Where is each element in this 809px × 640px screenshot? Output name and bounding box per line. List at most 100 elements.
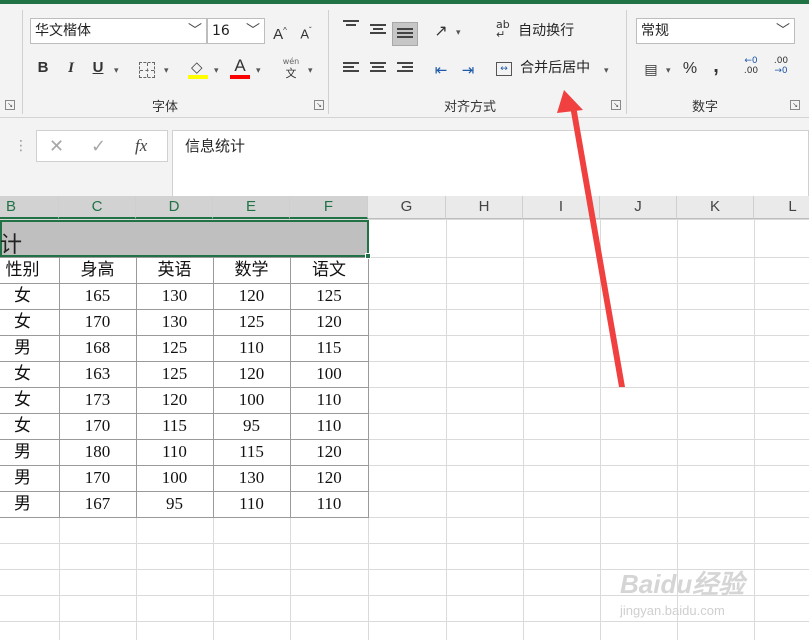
fill-handle[interactable]: [365, 253, 371, 259]
accounting-format-icon[interactable]: ▤: [640, 58, 662, 82]
table-cell[interactable]: 120: [290, 309, 368, 335]
table-cell[interactable]: 115: [136, 413, 213, 439]
merged-title-cell[interactable]: 计: [0, 220, 369, 258]
column-header-j[interactable]: J: [600, 196, 677, 219]
decrease-decimal-button[interactable]: .00 →0: [768, 56, 794, 80]
grow-font-button[interactable]: A^: [270, 19, 290, 43]
table-cell[interactable]: 130: [136, 309, 213, 335]
shrink-font-button[interactable]: Aˇ: [296, 19, 316, 43]
align-bottom-button[interactable]: [392, 22, 418, 46]
table-cell[interactable]: 125: [213, 309, 290, 335]
borders-icon[interactable]: [139, 62, 155, 78]
table-cell[interactable]: 130: [213, 465, 290, 491]
table-cell[interactable]: 168: [59, 335, 136, 361]
merge-center-button[interactable]: ↔ 合并后居中: [496, 56, 590, 80]
table-cell[interactable]: 120: [213, 361, 290, 387]
column-header-g[interactable]: G: [368, 196, 446, 219]
table-cell[interactable]: 130: [136, 283, 213, 309]
align-right-icon[interactable]: [397, 62, 413, 76]
table-cell[interactable]: 110: [290, 413, 368, 439]
align-left-icon[interactable]: [343, 62, 359, 76]
table-cell[interactable]: 110: [290, 387, 368, 413]
caret-down-icon[interactable]: ▾: [214, 66, 219, 76]
font-launcher-icon[interactable]: ↘: [314, 100, 324, 110]
table-header-cell[interactable]: 英语: [136, 257, 213, 283]
insert-function-icon[interactable]: fx: [135, 136, 147, 156]
caret-down-icon[interactable]: ▾: [666, 66, 671, 76]
table-cell[interactable]: 120: [290, 465, 368, 491]
table-cell[interactable]: 95: [213, 413, 290, 439]
number-format-combo[interactable]: 常规 ﹀: [636, 18, 795, 44]
cancel-icon[interactable]: ✕: [49, 136, 64, 157]
table-header-cell[interactable]: 数学: [213, 257, 290, 283]
wrap-text-button[interactable]: ab ↵ 自动换行: [496, 19, 574, 44]
caret-down-icon[interactable]: ▾: [164, 66, 169, 76]
column-header-d[interactable]: D: [136, 196, 213, 219]
italic-button[interactable]: I: [62, 56, 80, 80]
percent-button[interactable]: %: [680, 57, 700, 81]
table-cell[interactable]: 120: [136, 387, 213, 413]
table-cell[interactable]: 167: [59, 491, 136, 517]
comma-button[interactable]: ,: [708, 54, 724, 78]
column-header-h[interactable]: H: [446, 196, 523, 219]
orientation-icon[interactable]: ↗: [430, 19, 452, 43]
table-cell[interactable]: 125: [290, 283, 368, 309]
increase-decimal-button[interactable]: ←0.00: [738, 56, 764, 80]
column-header-e[interactable]: E: [213, 196, 290, 219]
caret-down-icon[interactable]: ▾: [456, 28, 461, 38]
table-cell[interactable]: 115: [290, 335, 368, 361]
column-header-b[interactable]: B: [0, 196, 59, 219]
table-cell[interactable]: 125: [136, 361, 213, 387]
table-cell[interactable]: 女: [0, 413, 59, 439]
caret-down-icon[interactable]: ▾: [256, 66, 261, 76]
table-cell[interactable]: 95: [136, 491, 213, 517]
increase-indent-icon[interactable]: ⇥: [457, 58, 479, 82]
caret-down-icon[interactable]: ▾: [604, 66, 609, 76]
table-cell[interactable]: 110: [136, 439, 213, 465]
fill-color-icon[interactable]: ◇: [188, 58, 208, 80]
table-cell[interactable]: 120: [213, 283, 290, 309]
column-header-f[interactable]: F: [290, 196, 368, 219]
table-header-cell[interactable]: 语文: [290, 257, 368, 283]
align-top-icon[interactable]: [343, 20, 359, 34]
align-middle-icon[interactable]: [370, 24, 386, 38]
bold-button[interactable]: B: [34, 56, 52, 80]
table-cell[interactable]: 173: [59, 387, 136, 413]
table-cell[interactable]: 165: [59, 283, 136, 309]
column-header-i[interactable]: I: [523, 196, 600, 219]
font-name-combo[interactable]: 华文楷体 ﹀: [30, 18, 207, 44]
table-cell[interactable]: 男: [0, 491, 59, 517]
decrease-indent-icon[interactable]: ⇤: [430, 58, 452, 82]
enter-check-icon[interactable]: ✓: [91, 136, 106, 157]
underline-button[interactable]: U: [88, 56, 108, 80]
table-cell[interactable]: 100: [290, 361, 368, 387]
phonetic-guide-button[interactable]: wén 文: [280, 56, 302, 80]
table-cell[interactable]: 男: [0, 335, 59, 361]
table-cell[interactable]: 女: [0, 361, 59, 387]
font-color-icon[interactable]: A: [230, 56, 250, 80]
table-header-cell[interactable]: 性别: [0, 257, 59, 283]
table-cell[interactable]: 120: [290, 439, 368, 465]
table-cell[interactable]: 170: [59, 309, 136, 335]
table-cell[interactable]: 女: [0, 309, 59, 335]
column-header-k[interactable]: K: [677, 196, 754, 219]
table-cell[interactable]: 男: [0, 465, 59, 491]
table-cell[interactable]: 女: [0, 387, 59, 413]
formula-input[interactable]: 信息统计: [172, 130, 809, 202]
table-header-cell[interactable]: 身高: [59, 257, 136, 283]
table-cell[interactable]: 110: [290, 491, 368, 517]
table-cell[interactable]: 100: [213, 387, 290, 413]
table-cell[interactable]: 110: [213, 335, 290, 361]
table-cell[interactable]: 125: [136, 335, 213, 361]
table-cell[interactable]: 100: [136, 465, 213, 491]
table-cell[interactable]: 170: [59, 465, 136, 491]
number-launcher-icon[interactable]: ↘: [790, 100, 800, 110]
table-cell[interactable]: 163: [59, 361, 136, 387]
column-header-l[interactable]: L: [754, 196, 809, 219]
align-center-icon[interactable]: [370, 62, 386, 76]
table-cell[interactable]: 男: [0, 439, 59, 465]
clipboard-launcher-icon[interactable]: ↘: [5, 100, 15, 110]
font-size-combo[interactable]: 16 ﹀: [207, 18, 265, 44]
table-cell[interactable]: 女: [0, 283, 59, 309]
table-cell[interactable]: 115: [213, 439, 290, 465]
